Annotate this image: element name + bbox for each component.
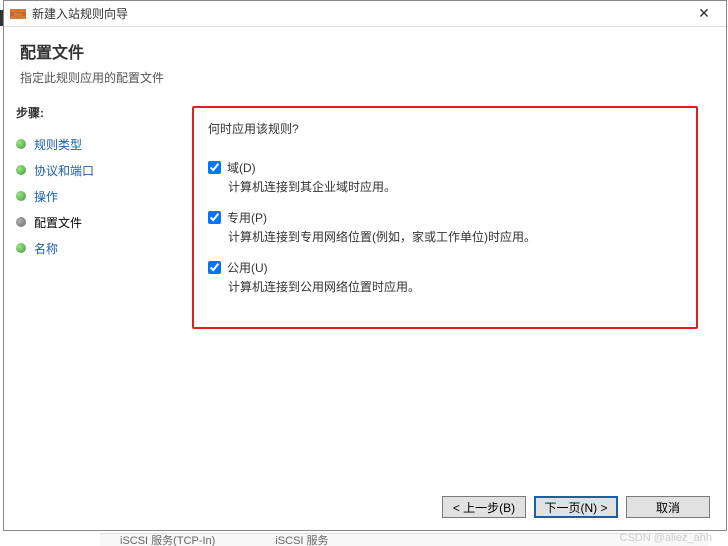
steps-heading: 步骤: [16,104,186,121]
step-name[interactable]: 名称 [16,235,186,261]
step-rule-type[interactable]: 规则类型 [16,131,186,157]
question-text: 何时应用该规则? [208,120,682,137]
bg-cell: iSCSI 服务(TCP-In) [120,533,215,546]
bullet-icon [16,165,26,175]
steps-sidebar: 步骤: 规则类型 协议和端口 操作 配置文件 名称 [4,100,186,329]
checkbox-private[interactable] [208,211,221,224]
step-protocol-ports[interactable]: 协议和端口 [16,157,186,183]
titlebar: 新建入站规则向导 ✕ [4,1,726,27]
background-list-row: iSCSI 服务(TCP-In) iSCSI 服务 [100,533,708,546]
checkbox-public-label[interactable]: 公用(U) [227,259,268,276]
checkbox-domain-label[interactable]: 域(D) [227,159,256,176]
bullet-icon [16,139,26,149]
firewall-icon [10,6,26,22]
checkbox-domain[interactable] [208,161,221,174]
back-button[interactable]: < 上一步(B) [442,496,526,518]
cancel-button[interactable]: 取消 [626,496,710,518]
step-action[interactable]: 操作 [16,183,186,209]
wizard-header: 配置文件 指定此规则应用的配置文件 [4,27,726,100]
checkbox-public-desc: 计算机连接到公用网络位置时应用。 [228,278,682,295]
step-label: 协议和端口 [34,162,94,179]
checkbox-private-desc: 计算机连接到专用网络位置(例如，家或工作单位)时应用。 [228,228,682,245]
bullet-icon [16,243,26,253]
page-title: 配置文件 [20,39,710,63]
wizard-main: 何时应用该规则? 域(D) 计算机连接到其企业域时应用。 专用(P) 计算机连接… [186,100,726,329]
profile-private-group: 专用(P) 计算机连接到专用网络位置(例如，家或工作单位)时应用。 [208,209,682,245]
bg-cell: iSCSI 服务 [275,533,328,546]
watermark: CSDN @aliez_ahh [620,532,713,544]
window-title: 新建入站规则向导 [32,5,688,22]
close-button[interactable]: ✕ [688,2,720,26]
profile-domain-group: 域(D) 计算机连接到其企业域时应用。 [208,159,682,195]
bullet-icon [16,217,26,227]
dialog-window: 新建入站规则向导 ✕ 配置文件 指定此规则应用的配置文件 步骤: 规则类型 协议… [3,0,727,531]
step-label: 名称 [34,240,58,257]
step-label: 规则类型 [34,136,82,153]
step-label: 操作 [34,188,58,205]
checkbox-domain-desc: 计算机连接到其企业域时应用。 [228,178,682,195]
checkbox-public[interactable] [208,261,221,274]
page-description: 指定此规则应用的配置文件 [20,69,710,86]
checkbox-private-label[interactable]: 专用(P) [227,209,267,226]
highlighted-area: 何时应用该规则? 域(D) 计算机连接到其企业域时应用。 专用(P) 计算机连接… [192,106,698,329]
next-button[interactable]: 下一页(N) > [534,496,618,518]
profile-public-group: 公用(U) 计算机连接到公用网络位置时应用。 [208,259,682,295]
step-profile[interactable]: 配置文件 [16,209,186,235]
bullet-icon [16,191,26,201]
step-label: 配置文件 [34,214,82,231]
wizard-footer: < 上一步(B) 下一页(N) > 取消 [442,496,710,518]
